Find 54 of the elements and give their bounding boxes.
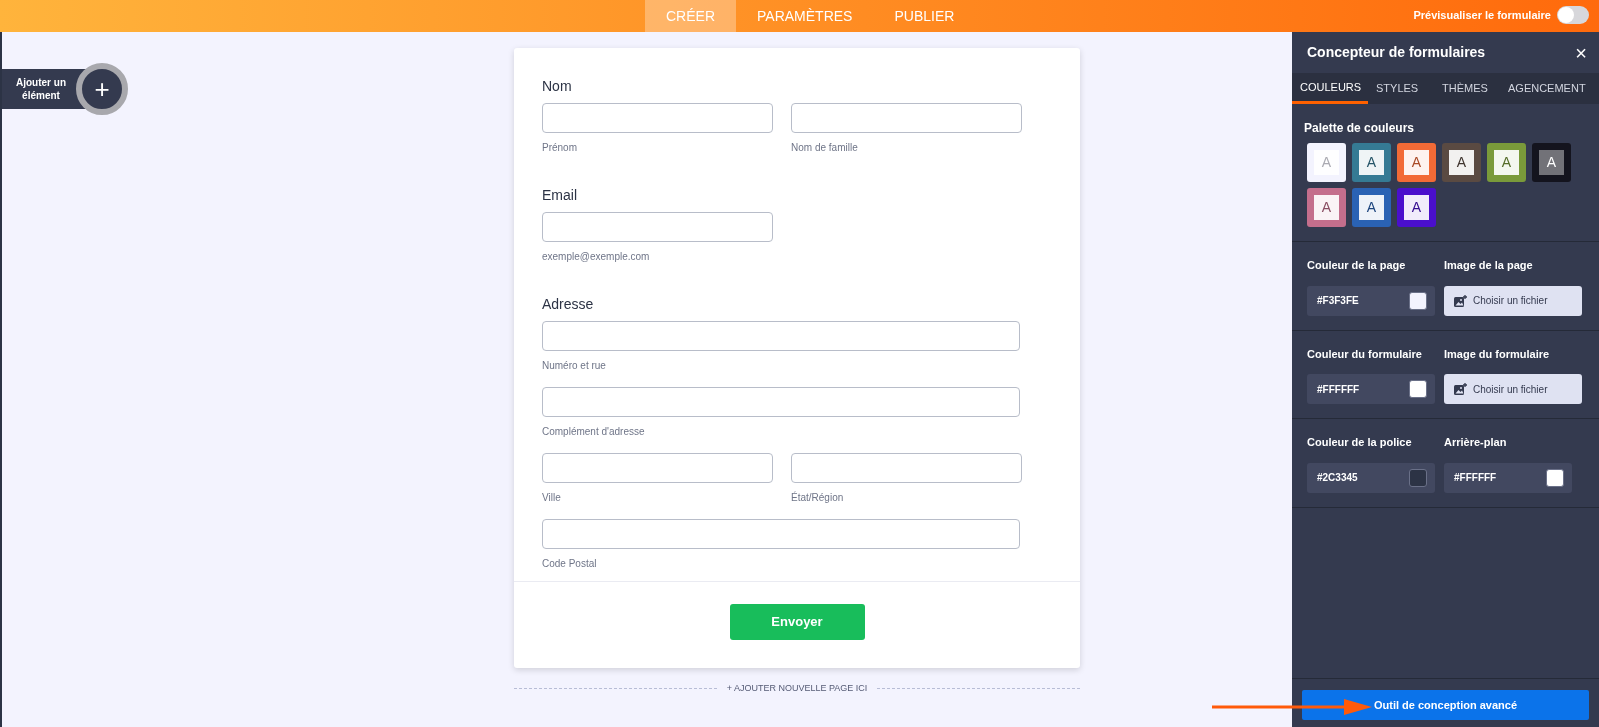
panel-tab[interactable]: THÈMES bbox=[1434, 73, 1500, 104]
image-add-icon bbox=[1454, 383, 1467, 395]
field-sublabel: État/Région bbox=[791, 490, 845, 505]
preview-toggle[interactable] bbox=[1557, 6, 1589, 24]
add-page-link[interactable]: + AJOUTER NOUVELLE PAGE ICI bbox=[726, 682, 868, 696]
field-label: Nom bbox=[542, 77, 573, 96]
arrow-icon bbox=[1212, 699, 1372, 715]
palette-swatch[interactable]: A bbox=[1532, 143, 1571, 182]
image-add-icon bbox=[1454, 294, 1467, 307]
choose-file-button[interactable]: Choisir un fichier bbox=[1444, 285, 1582, 316]
setting-label: Couleur de la page bbox=[1307, 258, 1407, 273]
input-field[interactable] bbox=[542, 387, 1020, 417]
field-sublabel: Complément d'adresse bbox=[542, 425, 646, 439]
advanced-designer-button[interactable]: Outil de conception avancé bbox=[1302, 690, 1589, 720]
palette-title: Palette de couleurs bbox=[1304, 120, 1416, 137]
field-label: Email bbox=[542, 186, 578, 205]
palette-swatch[interactable]: A bbox=[1397, 188, 1436, 227]
panel-tab[interactable]: COULEURS bbox=[1292, 73, 1368, 104]
palette-swatch[interactable]: A bbox=[1442, 143, 1481, 182]
panel-title: Concepteur de formulaires bbox=[1307, 43, 1486, 62]
color-field[interactable]: #F3F3FE bbox=[1307, 285, 1435, 316]
field-sublabel: Numéro et rue bbox=[542, 359, 607, 373]
input-field[interactable] bbox=[542, 519, 1020, 549]
color-field[interactable]: #FFFFFF bbox=[1307, 374, 1435, 404]
field-sublabel: Code Postal bbox=[542, 557, 598, 571]
field-label: Adresse bbox=[542, 295, 595, 314]
setting-label: Image du formulaire bbox=[1444, 346, 1551, 362]
panel-tab[interactable]: AGENCEMENT bbox=[1500, 73, 1599, 104]
setting-label: Couleur de la police bbox=[1307, 435, 1413, 450]
close-button[interactable]: × bbox=[1575, 42, 1587, 63]
input-field[interactable] bbox=[542, 453, 773, 483]
input-field[interactable] bbox=[542, 212, 773, 242]
palette-swatch[interactable]: A bbox=[1352, 188, 1391, 227]
palette-swatch[interactable]: A bbox=[1352, 143, 1391, 182]
field-sublabel: Prénom bbox=[542, 141, 578, 155]
input-field[interactable] bbox=[791, 103, 1022, 133]
field-sublabel: exemple@exemple.com bbox=[542, 250, 651, 264]
color-field[interactable]: #2C3345 bbox=[1307, 462, 1435, 493]
input-field[interactable] bbox=[542, 103, 773, 133]
palette-swatch[interactable]: A bbox=[1487, 143, 1526, 182]
add-element-button[interactable]: + bbox=[76, 63, 128, 115]
input-field[interactable] bbox=[791, 453, 1022, 483]
palette-swatch[interactable]: A bbox=[1307, 188, 1346, 227]
panel-tab[interactable]: STYLES bbox=[1368, 73, 1434, 104]
setting-label: Image de la page bbox=[1444, 258, 1534, 273]
preview-label: Prévisualiser le formulaire bbox=[1413, 7, 1551, 23]
field-sublabel: Ville bbox=[542, 491, 562, 505]
setting-label: Couleur du formulaire bbox=[1307, 346, 1423, 362]
input-field[interactable] bbox=[542, 321, 1020, 351]
palette-swatch[interactable]: A bbox=[1397, 143, 1436, 182]
color-field[interactable]: #FFFFFF bbox=[1444, 462, 1572, 493]
choose-file-button[interactable]: Choisir un fichier bbox=[1444, 374, 1582, 404]
setting-label: Arrière-plan bbox=[1444, 435, 1508, 450]
field-sublabel: Nom de famille bbox=[791, 141, 859, 155]
